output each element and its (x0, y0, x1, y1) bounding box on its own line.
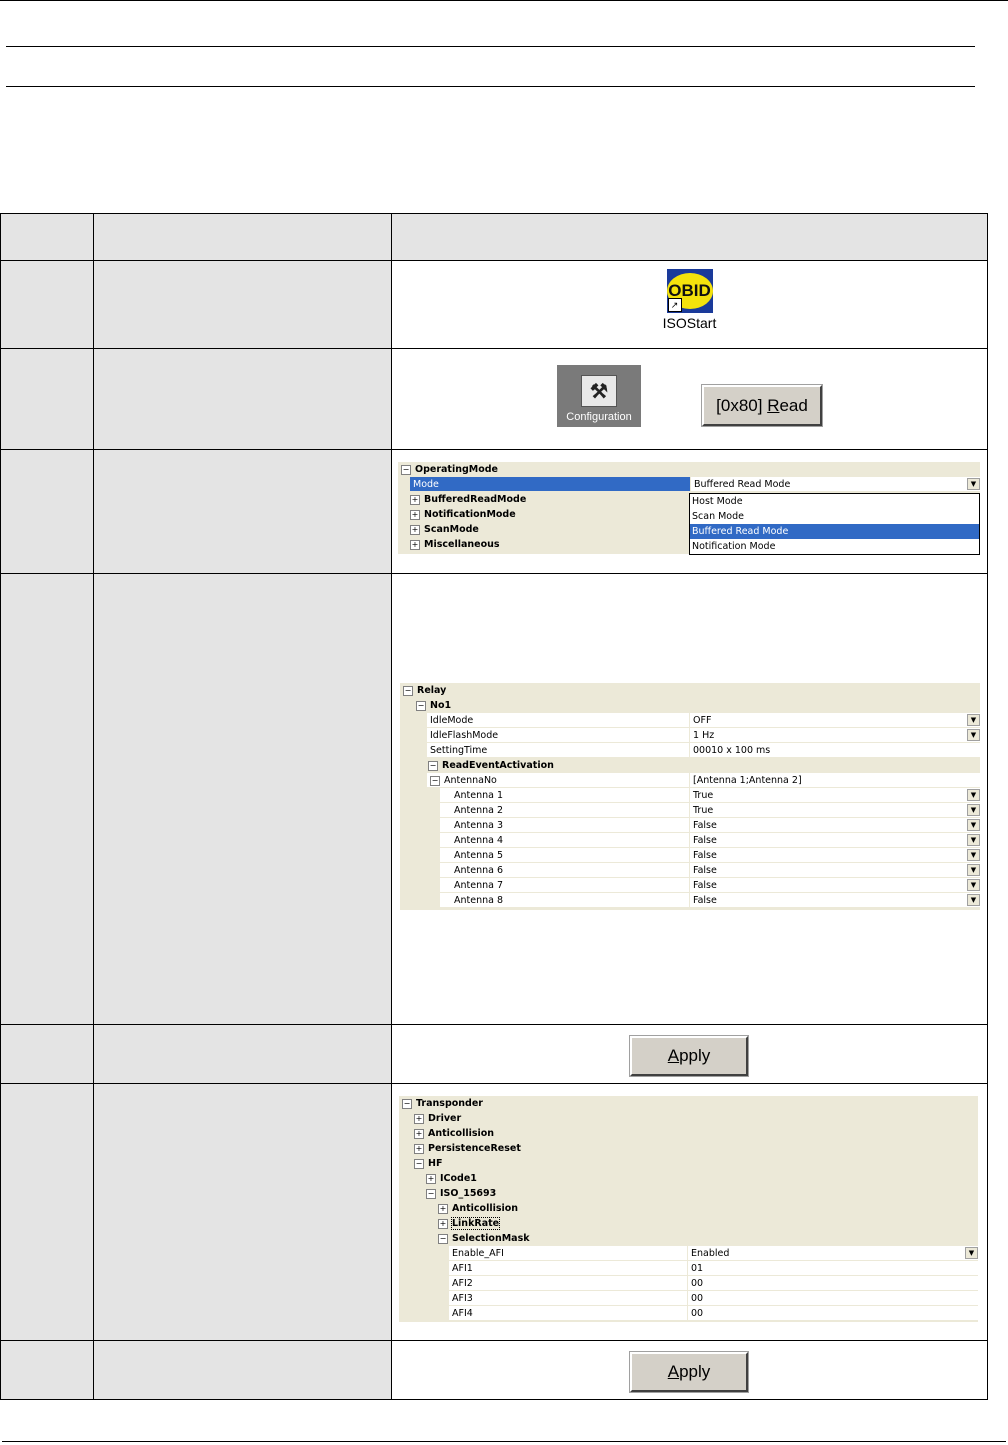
property-row-antenna-4[interactable]: Antenna 4 False ▼ (400, 833, 980, 848)
category-driver[interactable]: + Driver (399, 1111, 978, 1126)
property-row-afi4[interactable]: AFI4 00 (399, 1306, 978, 1321)
dropdown-arrow-icon[interactable]: ▼ (967, 849, 980, 861)
category-icode1[interactable]: + ICode1 (399, 1171, 978, 1186)
property-row-antennano[interactable]: − AntennaNo [Antenna 1;Antenna 2] (400, 773, 980, 788)
table-row: OBID ↗ ISOStart (0, 260, 988, 349)
option-scan-mode[interactable]: Scan Mode (690, 509, 979, 524)
category-operatingmode[interactable]: − OperatingMode (398, 462, 980, 477)
option-host-mode[interactable]: Host Mode (690, 494, 979, 509)
property-row-antenna-5[interactable]: Antenna 5 False ▼ (400, 848, 980, 863)
category-anticollision[interactable]: + Anticollision (399, 1201, 978, 1216)
steps-table: OBID ↗ ISOStart ⚒ Configuration [0x80] R… (0, 213, 988, 1400)
category-transponder[interactable]: − Transponder (399, 1096, 978, 1111)
relay-grid: − Relay − No1 IdleMode OFF ▼ IdleFlashMode … (400, 683, 980, 910)
read-button[interactable]: [0x80] Read (702, 385, 822, 426)
category-selectionmask[interactable]: − SelectionMask (399, 1231, 978, 1246)
shortcut-arrow-icon: ↗ (667, 298, 682, 312)
property-row-antenna-3[interactable]: Antenna 3 False ▼ (400, 818, 980, 833)
property-row-afi3[interactable]: AFI3 00 (399, 1291, 978, 1306)
category-linkrate[interactable]: + LinkRate (399, 1216, 978, 1231)
isostart-label: ISOStart (662, 315, 717, 331)
table-row: − Transponder + Driver + Anticollision + Persi… (0, 1083, 988, 1341)
category-readeventactivation[interactable]: − ReadEventActivation (400, 758, 980, 773)
apply-button[interactable]: Apply (630, 1352, 748, 1392)
property-row-antenna-6[interactable]: Antenna 6 False ▼ (400, 863, 980, 878)
apply-button[interactable]: Apply (630, 1036, 748, 1076)
tools-icon: ⚒ (581, 375, 617, 407)
header-cell-action (93, 213, 392, 261)
category-relay[interactable]: − Relay (400, 683, 980, 698)
property-row-mode[interactable]: Mode Buffered Read Mode ▼ (398, 477, 980, 492)
dropdown-arrow-icon[interactable]: ▼ (967, 789, 980, 801)
dropdown-arrow-icon[interactable]: ▼ (967, 804, 980, 816)
category-iso-15693[interactable]: − ISO_15693 (399, 1186, 978, 1201)
property-row-antenna-8[interactable]: Antenna 8 False ▼ (400, 893, 980, 908)
dropdown-arrow-icon[interactable]: ▼ (965, 1247, 978, 1259)
property-row-idleflashmode[interactable]: IdleFlashMode 1 Hz ▼ (400, 728, 980, 743)
header-rule-1 (6, 46, 975, 47)
configuration-label: Configuration (566, 411, 632, 423)
table-row: − Relay − No1 IdleMode OFF ▼ IdleFlashMode … (0, 573, 988, 1025)
header-rule-2 (6, 86, 975, 87)
dropdown-arrow-icon[interactable]: ▼ (967, 834, 980, 846)
category-anticollision[interactable]: + Anticollision (399, 1126, 978, 1141)
table-row: Apply (0, 1024, 988, 1084)
property-row-antenna-1[interactable]: Antenna 1 True ▼ (400, 788, 980, 803)
property-row-afi1[interactable]: AFI1 01 (399, 1261, 978, 1276)
table-row: − OperatingMode Mode Buffered Read Mode ▼… (0, 449, 988, 574)
dropdown-arrow-icon[interactable]: ▼ (967, 894, 980, 906)
transponder-grid: − Transponder + Driver + Anticollision + Persi… (399, 1096, 978, 1322)
dropdown-arrow-icon[interactable]: ▼ (967, 478, 980, 490)
dropdown-arrow-icon[interactable]: ▼ (967, 879, 980, 891)
obid-logo-icon: OBID ↗ (666, 269, 713, 313)
mode-dropdown-list[interactable]: Host Mode Scan Mode Buffered Read Mode N… (689, 493, 980, 555)
dropdown-arrow-icon[interactable]: ▼ (967, 714, 980, 726)
footer-rule (2, 1441, 1006, 1442)
isostart-shortcut[interactable]: OBID ↗ ISOStart (392, 269, 987, 331)
dropdown-arrow-icon[interactable]: ▼ (967, 819, 980, 831)
property-row-idlemode[interactable]: IdleMode OFF ▼ (400, 713, 980, 728)
top-rule (0, 0, 1008, 1)
table-row: Apply (0, 1340, 988, 1400)
table-header-row (0, 213, 988, 261)
header-cell-screenshot (391, 213, 988, 261)
header-cell-step (0, 213, 94, 261)
category-hf[interactable]: − HF (399, 1156, 978, 1171)
dropdown-arrow-icon[interactable]: ▼ (967, 864, 980, 876)
property-row-afi2[interactable]: AFI2 00 (399, 1276, 978, 1291)
configuration-button[interactable]: ⚒ Configuration (557, 365, 641, 427)
property-row-antenna-2[interactable]: Antenna 2 True ▼ (400, 803, 980, 818)
table-row: ⚒ Configuration [0x80] Read (0, 348, 988, 450)
option-buffered-read-mode[interactable]: Buffered Read Mode (690, 524, 979, 539)
dropdown-arrow-icon[interactable]: ▼ (967, 729, 980, 741)
category-no1[interactable]: − No1 (400, 698, 980, 713)
category-persistencereset[interactable]: + PersistenceReset (399, 1141, 978, 1156)
property-row-enable-afi[interactable]: Enable_AFI Enabled ▼ (399, 1246, 978, 1261)
property-row-settingtime[interactable]: SettingTime 00010 x 100 ms (400, 743, 980, 758)
property-row-antenna-7[interactable]: Antenna 7 False ▼ (400, 878, 980, 893)
operating-mode-grid: − OperatingMode Mode Buffered Read Mode ▼… (398, 462, 980, 555)
option-notification-mode[interactable]: Notification Mode (690, 539, 979, 554)
